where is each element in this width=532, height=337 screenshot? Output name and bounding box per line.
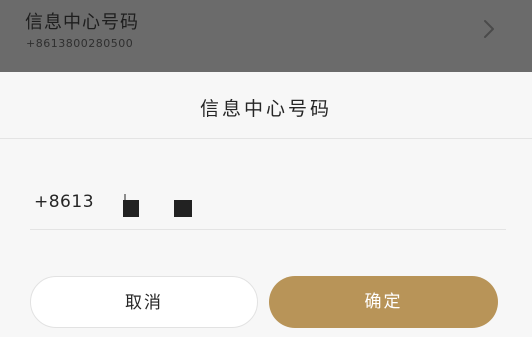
redaction-mark	[123, 200, 139, 217]
cancel-button[interactable]: 取消	[30, 276, 258, 328]
chevron-right-icon	[484, 20, 494, 38]
message-center-number-row: 信息中心号码 +8613800280500	[0, 0, 532, 72]
edit-number-dialog: 信息中心号码 +8613 取消 确定	[0, 72, 532, 337]
number-input[interactable]: +8613	[30, 184, 506, 230]
title-divider	[0, 138, 532, 139]
row-subtitle: +8613800280500	[26, 37, 134, 50]
confirm-button[interactable]: 确定	[269, 276, 498, 328]
redaction-mark	[174, 200, 192, 217]
dialog-title: 信息中心号码	[199, 98, 332, 120]
number-input-value: +8613	[34, 192, 95, 212]
input-underline	[30, 229, 506, 230]
row-title: 信息中心号码	[25, 12, 139, 33]
